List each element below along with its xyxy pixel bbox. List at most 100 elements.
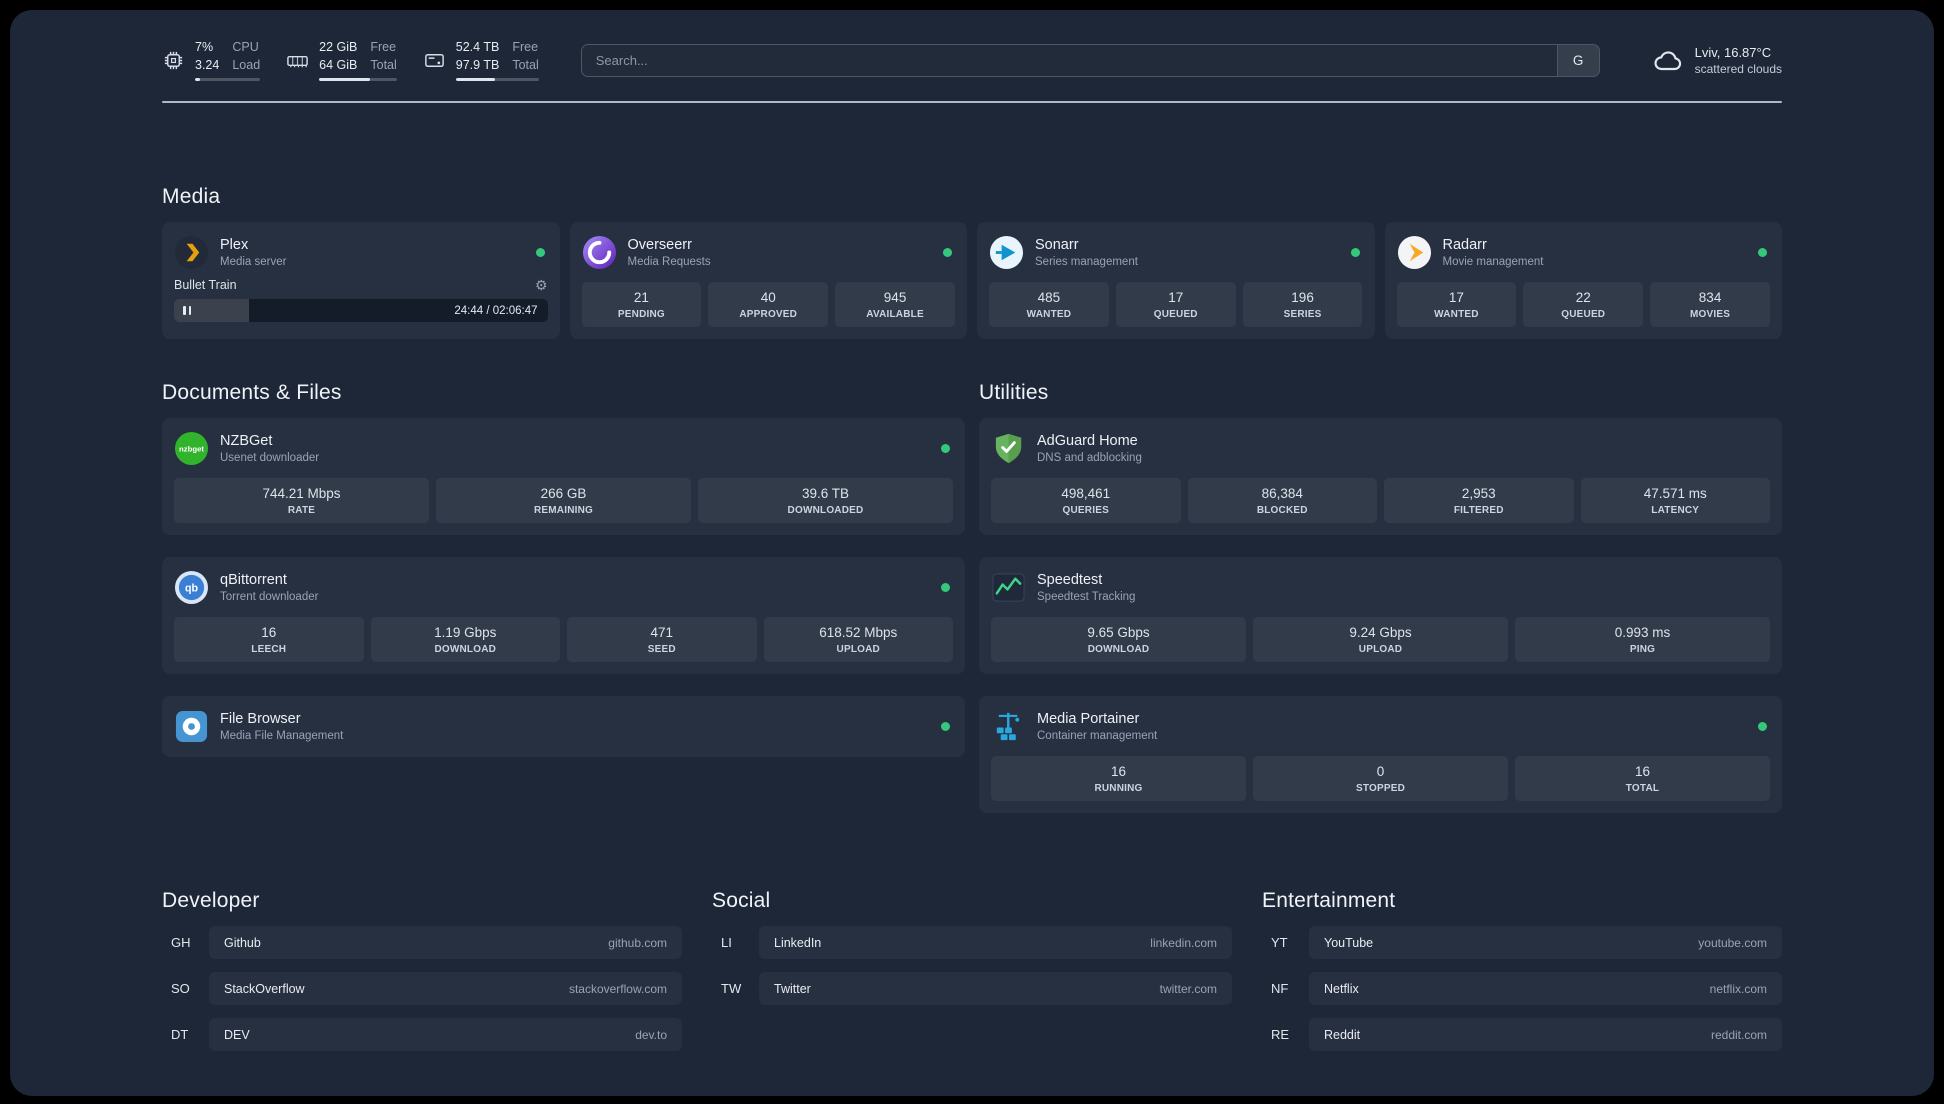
stat-downloaded: 39.6 TB DOWNLOADED — [698, 478, 953, 524]
bookmark-twitter: TW Twitter twitter.com — [712, 972, 1232, 1006]
card-qbittorrent[interactable]: qb qBittorrent Torrent downloader 16 LEEC… — [162, 557, 965, 675]
bookmark-link[interactable]: LinkedIn linkedin.com — [759, 926, 1232, 960]
bookmark-abbr: YT — [1271, 935, 1288, 951]
gear-icon[interactable]: ⚙ — [535, 278, 548, 292]
playback-time: 24:44 / 02:06:47 — [454, 304, 538, 317]
card-title: Radarr — [1442, 236, 1487, 253]
card-title: File Browser — [220, 710, 301, 727]
card-title: Sonarr — [1035, 236, 1079, 253]
radarr-icon — [1397, 235, 1431, 269]
bookmark-link[interactable]: StackOverflow stackoverflow.com — [209, 972, 682, 1006]
stat-stopped: 0 STOPPED — [1253, 756, 1508, 802]
cpu-usage-value: 7% — [195, 40, 214, 54]
nzbget-icon: nzbget — [174, 431, 209, 465]
disk-metric: 52.4 TB 97.9 TB Free Total — [423, 40, 539, 82]
playback-progress-bar: 24:44 / 02:06:47 — [174, 299, 548, 323]
bookmark-netflix: NF Netflix netflix.com — [1262, 972, 1782, 1006]
card-subtitle: Media server — [220, 255, 287, 268]
stat-series: 196 SERIES — [1242, 282, 1363, 328]
disk-free-label: Free — [512, 40, 539, 54]
stat-latency: 47.571 ms LATENCY — [1580, 478, 1770, 524]
section-documents: Documents & Files nzbget NZBGet Usenet d… — [162, 381, 965, 758]
card-subtitle: Series management — [1035, 255, 1138, 268]
status-dot — [941, 443, 950, 453]
card-adguard[interactable]: AdGuard Home DNS and adblocking 498,461 Q… — [979, 418, 1782, 536]
qbittorrent-icon: qb — [174, 570, 209, 604]
card-subtitle: Usenet downloader — [220, 451, 320, 464]
bookmark-dev: DT DEV dev.to — [162, 1018, 682, 1052]
bookmark-link[interactable]: Reddit reddit.com — [1309, 1018, 1782, 1052]
dashboard: 7% 3.24 CPU Load 22 GiB 64 GiB Free Tota… — [10, 10, 1934, 1096]
stat-rate: 744.21 Mbps RATE — [174, 478, 429, 524]
cloud-icon — [1654, 51, 1681, 70]
card-subtitle: Media File Management — [220, 729, 344, 742]
overseerr-icon — [582, 235, 616, 269]
stat-running: 16 RUNNING — [991, 756, 1246, 802]
bookmark-link[interactable]: Github github.com — [209, 926, 682, 960]
card-speedtest[interactable]: Speedtest Speedtest Tracking 9.65 Gbps DO… — [979, 557, 1782, 675]
bookmark-link[interactable]: YouTube youtube.com — [1309, 926, 1782, 960]
bookmark-group-entertainment: Entertainment YT YouTube youtube.com NF … — [1262, 889, 1782, 1064]
social-section-title: Social — [712, 889, 771, 913]
weather-location: Lviv, 16.87°C — [1694, 45, 1772, 61]
bookmark-abbr: SO — [171, 981, 190, 997]
card-radarr[interactable]: Radarr Movie management 17 WANTED 22 QUEUE… — [1384, 222, 1782, 340]
ram-free-value: 22 GiB — [319, 40, 358, 54]
stat-filtered: 2,953 FILTERED — [1384, 478, 1574, 524]
card-filebrowser[interactable]: File Browser Media File Management — [162, 696, 965, 758]
ram-metric: 22 GiB 64 GiB Free Total — [286, 40, 397, 82]
disk-usage-bar — [455, 78, 539, 82]
stat-remaining: 266 GB REMAINING — [436, 478, 691, 524]
stat-upload: 9.24 Gbps UPLOAD — [1253, 617, 1508, 663]
card-sonarr[interactable]: Sonarr Series management 485 WANTED 17 QUE… — [977, 222, 1375, 340]
card-plex[interactable]: Plex Media server Bullet Train ⚙ 24:44 /… — [162, 222, 560, 340]
ram-free-label: Free — [370, 40, 397, 54]
bookmark-link[interactable]: DEV dev.to — [209, 1018, 682, 1052]
hard-disk-icon — [424, 54, 444, 68]
portainer-icon — [996, 712, 1020, 740]
entertainment-section-title: Entertainment — [1262, 889, 1396, 913]
svg-text:nzbget: nzbget — [179, 444, 204, 453]
bookmark-group-social: Social LI LinkedIn linkedin.com TW Twitt… — [712, 889, 1232, 1064]
stat-available: 945 AVAILABLE — [835, 282, 955, 328]
stat-upload: 618.52 Mbps UPLOAD — [763, 617, 953, 663]
card-nzbget[interactable]: nzbget NZBGet Usenet downloader 744.21 M… — [162, 418, 965, 536]
card-portainer[interactable]: Media Portainer Container management 16 R… — [979, 696, 1782, 814]
bookmark-link[interactable]: Twitter twitter.com — [759, 972, 1232, 1006]
bookmark-abbr: TW — [721, 981, 742, 997]
card-title: Plex — [220, 236, 249, 253]
now-playing-title: Bullet Train — [174, 278, 237, 293]
cpu-metric: 7% 3.24 CPU Load — [162, 40, 261, 82]
adguard-icon — [995, 433, 1022, 463]
disk-total-value: 97.9 TB — [455, 57, 500, 72]
disk-total-label: Total — [512, 57, 539, 72]
ram-total-value: 64 GiB — [319, 57, 358, 72]
bookmark-link[interactable]: Netflix netflix.com — [1309, 972, 1782, 1006]
utilities-section-title: Utilities — [979, 381, 1049, 405]
stat-pending: 21 PENDING — [581, 282, 702, 328]
stat-ping: 0.993 ms PING — [1515, 617, 1770, 663]
card-title: NZBGet — [220, 432, 273, 449]
status-dot — [941, 582, 950, 592]
search-input[interactable] — [581, 45, 1557, 77]
cpu-load-label: Load — [232, 57, 261, 72]
card-title: Media Portainer — [1037, 710, 1140, 727]
screen: 7% 3.24 CPU Load 22 GiB 64 GiB Free Tota… — [0, 0, 1944, 1104]
cpu-chip-icon — [164, 52, 183, 70]
ram-usage-bar — [319, 78, 397, 82]
bookmark-abbr: NF — [1271, 981, 1289, 997]
status-dot — [1758, 721, 1767, 731]
stat-seed: 471 SEED — [567, 617, 757, 663]
stat-leech: 16 LEECH — [174, 617, 364, 663]
ram-total-label: Total — [370, 57, 397, 72]
bookmark-abbr: LI — [721, 935, 732, 951]
search-provider-button[interactable]: G — [1556, 45, 1599, 77]
card-title: qBittorrent — [220, 571, 287, 588]
pause-button[interactable] — [183, 306, 191, 316]
status-dot — [535, 247, 545, 257]
section-utilities: Utilities AdGuard Home DNS and adblockin… — [979, 381, 1782, 814]
stat-movies: 834 MOVIES — [1650, 282, 1770, 328]
card-overseerr[interactable]: Overseerr Media Requests 21 PENDING 40 APP… — [569, 222, 967, 340]
search-bar: G — [580, 44, 1600, 78]
cpu-usage-bar — [195, 78, 261, 82]
